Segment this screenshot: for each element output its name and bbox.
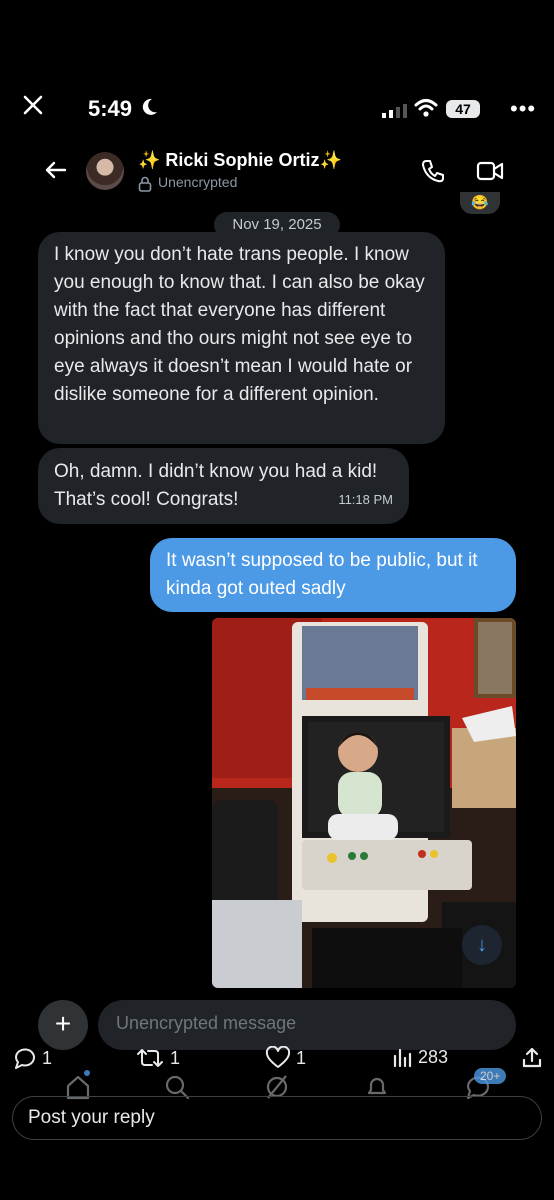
heart-icon <box>264 1046 292 1070</box>
repost-button[interactable]: 1 <box>134 1046 180 1070</box>
close-icon[interactable] <box>20 92 46 118</box>
reaction-emoji[interactable]: 😂 <box>460 192 500 214</box>
reply-input-placeholder: Post your reply <box>28 1107 155 1128</box>
battery-icon: 47 <box>446 100 480 118</box>
message-bubble-incoming[interactable]: Oh, damn. I didn’t know you had a kid! T… <box>38 448 409 524</box>
like-button[interactable]: 1 <box>264 1046 306 1070</box>
lock-icon <box>138 176 152 192</box>
moon-icon <box>142 98 158 116</box>
repost-count: 1 <box>170 1047 181 1068</box>
phone-icon[interactable] <box>420 158 446 184</box>
status-time: 5:49 <box>88 96 133 121</box>
repost-icon <box>134 1046 166 1070</box>
more-options-icon[interactable]: ••• <box>510 96 536 122</box>
reply-icon <box>12 1046 38 1070</box>
messages-badge: 20+ <box>474 1068 507 1084</box>
avatar[interactable] <box>86 152 124 190</box>
share-icon <box>520 1046 544 1070</box>
message-timestamp: 11:18 PM <box>338 492 393 507</box>
wifi-icon <box>414 98 438 118</box>
share-button[interactable] <box>520 1046 544 1070</box>
message-bubble-outgoing[interactable]: It wasn’t supposed to be public, but it … <box>150 538 516 612</box>
back-arrow-icon[interactable] <box>44 158 68 182</box>
signal-icon <box>382 104 408 118</box>
view-count: 283 <box>418 1046 449 1067</box>
message-text: Oh, damn. I didn’t know you had a kid! T… <box>54 461 378 510</box>
reply-count: 1 <box>42 1047 53 1068</box>
message-bubble-incoming[interactable]: I know you don’t hate trans people. I kn… <box>38 232 445 444</box>
views-button[interactable]: 283 <box>392 1046 448 1068</box>
contact-name[interactable]: ✨ Ricki Sophie Ortiz✨ <box>138 150 342 171</box>
like-count: 1 <box>296 1047 307 1068</box>
encryption-status: Unencrypted <box>158 174 238 190</box>
video-call-icon[interactable] <box>476 160 504 182</box>
scroll-down-arrow-icon[interactable]: ↓ <box>462 925 502 965</box>
views-chart-icon <box>392 1046 414 1068</box>
message-input-placeholder: Unencrypted message <box>116 1013 297 1033</box>
reply-button[interactable]: 1 <box>12 1046 52 1070</box>
add-attachment-button[interactable]: + <box>38 1000 88 1050</box>
